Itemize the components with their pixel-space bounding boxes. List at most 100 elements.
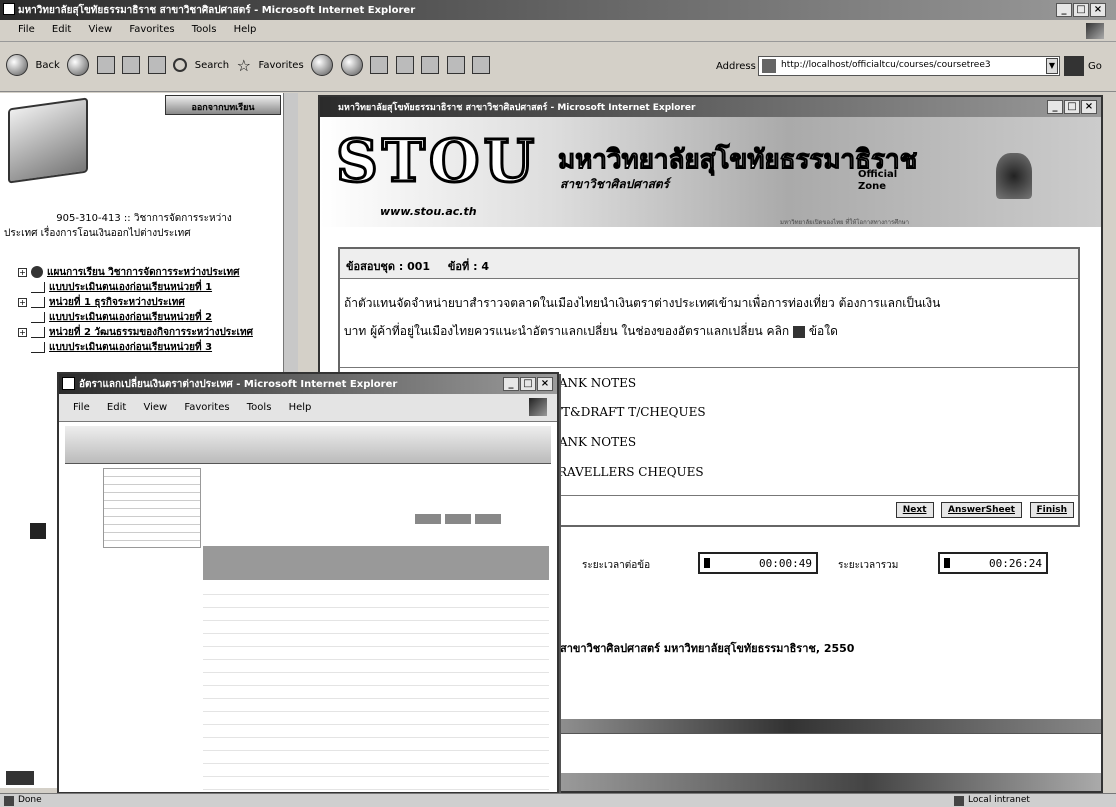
timer-total-label: ระยะเวลารวม	[838, 560, 899, 571]
discuss-icon[interactable]	[446, 56, 465, 74]
choice-label[interactable]: TRAVELLERS CHEQUES	[550, 465, 704, 479]
flag-icon	[6, 771, 34, 785]
answer-sheet-button[interactable]: AnswerSheet	[941, 502, 1022, 518]
sidebar-item-pretest-3[interactable]: แบบประเมินตนเองก่อนเรียนหน่วยที่ 3	[18, 340, 212, 354]
back-button-label[interactable]: Back	[36, 60, 60, 71]
sidebar-item-label[interactable]: แบบประเมินตนเองก่อนเรียนหน่วยที่ 2	[49, 310, 212, 325]
course-title: 905-310-413 :: วิชาการจัดการระหว่าง ประเ…	[4, 211, 284, 241]
choice-label[interactable]: BANK NOTES	[550, 376, 636, 390]
stop-icon[interactable]	[96, 56, 115, 74]
sidebar-item-unit-1[interactable]: + หน่วยที่ 1 ธุรกิจระหว่างประเทศ	[18, 295, 185, 309]
go-arrow-icon[interactable]	[1064, 56, 1084, 76]
next-button[interactable]: Next	[895, 502, 934, 518]
expand-icon[interactable]: +	[18, 267, 27, 277]
sidebar-item-label[interactable]: หน่วยที่ 2 วัฒนธรรมของกิจการระหว่างประเท…	[49, 325, 253, 340]
popup-menu-edit[interactable]: Edit	[107, 402, 126, 413]
page-icon	[31, 311, 45, 323]
choice-label[interactable]: BANK NOTES	[550, 435, 636, 449]
mail-icon[interactable]	[370, 56, 389, 74]
timer-question: 00:00:49	[698, 552, 818, 574]
expand-icon[interactable]: +	[18, 327, 27, 337]
sidebar-item-unit-2[interactable]: + หน่วยที่ 2 วัฒนธรรมของกิจการระหว่างประ…	[18, 325, 253, 339]
popup-menu-help[interactable]: Help	[289, 402, 312, 413]
question-number-label: ข้อที่ : 4	[447, 260, 489, 273]
exam-maximize-button[interactable]: □	[1064, 100, 1080, 114]
favorites-star-icon[interactable]: ☆	[237, 56, 251, 75]
search-button-label[interactable]: Search	[195, 60, 229, 71]
sidebar-item-label[interactable]: แบบประเมินตนเองก่อนเรียนหน่วยที่ 3	[49, 340, 212, 355]
back-arrow-icon[interactable]	[6, 54, 28, 76]
minimize-button[interactable]: _	[1056, 3, 1072, 17]
page-icon	[762, 59, 776, 73]
popup-menu-favorites[interactable]: Favorites	[184, 402, 229, 413]
exam-footer: สาขาวิชาศิลปศาสตร์ มหาวิทยาลัยสุโขทัยธรร…	[560, 642, 855, 655]
popup-menu-file[interactable]: File	[73, 402, 90, 413]
info-icon[interactable]	[793, 325, 806, 338]
popup-title-bar: อัตราแลกเปลี่ยนเงินตราต่างประเทศ - Micro…	[59, 374, 557, 394]
thumb-table	[203, 582, 549, 790]
popup-minimize-button[interactable]: _	[503, 377, 519, 391]
sidebar-item-label[interactable]: หน่วยที่ 1 ธุรกิจระหว่างประเทศ	[49, 295, 185, 310]
finish-button[interactable]: Finish	[1029, 502, 1074, 518]
edit-icon[interactable]	[421, 56, 440, 74]
question-text: ถ้าตัวแทนจัดจำหน่ายบาสำราวจตลาดในเมืองไท…	[344, 289, 1074, 345]
sidebar-item-pretest-1[interactable]: แบบประเมินตนเองก่อนเรียนหน่วยที่ 1	[18, 280, 212, 294]
official-zone-label: Official Zone	[858, 169, 898, 192]
home-icon[interactable]	[147, 56, 166, 74]
exit-lesson-button[interactable]: ออกจากบทเรียน	[165, 95, 281, 115]
popup-menu-bar: File Edit View Favorites Tools Help	[59, 394, 557, 422]
popup-menu-tools[interactable]: Tools	[247, 402, 272, 413]
print-icon[interactable]	[395, 56, 414, 74]
choice-label[interactable]: T/T&DRAFT T/CHEQUES	[550, 405, 706, 419]
exam-close-button[interactable]: ×	[1081, 100, 1097, 114]
messenger-icon[interactable]	[472, 56, 491, 74]
media-icon[interactable]	[311, 54, 334, 76]
question-line-2: บาท ผู้ค้าที่อยู่ในเมืองไทยควรแนะนำอัตรา…	[344, 324, 790, 338]
popup-windows-logo-icon	[529, 398, 547, 416]
question-line-1: ถ้าตัวแทนจัดจำหน่ายบาสำราวจตลาดในเมืองไท…	[344, 296, 941, 310]
main-title-bar: มหาวิทยาลัยสุโขทัยธรรมาธิราช สาขาวิชาศิล…	[0, 0, 1116, 20]
expand-icon[interactable]: +	[18, 297, 27, 307]
address-field[interactable]: http://localhost/officialtcu/courses/cou…	[758, 56, 1060, 76]
forward-arrow-icon[interactable]	[67, 54, 90, 76]
university-emblem-icon	[996, 153, 1032, 199]
history-icon[interactable]	[340, 54, 363, 76]
course-title-line2: ประเทศ เรื่องการโอนเงินออกไปต่างประเทศ	[4, 228, 191, 239]
menu-view[interactable]: View	[88, 24, 112, 35]
sidebar-item-label[interactable]: แบบประเมินตนเองก่อนเรียนหน่วยที่ 1	[49, 280, 212, 295]
menu-tools[interactable]: Tools	[192, 24, 217, 35]
exam-minimize-button[interactable]: _	[1047, 100, 1063, 114]
menu-favorites[interactable]: Favorites	[129, 24, 174, 35]
popup-window: อัตราแลกเปลี่ยนเงินตราต่างประเทศ - Micro…	[57, 372, 559, 794]
page-icon	[31, 281, 45, 293]
popup-close-button[interactable]: ×	[537, 377, 553, 391]
sidebar-item-plan[interactable]: + แผนการเรียน วิชาการจัดการระหว่างประเทศ	[18, 265, 240, 279]
exit-lesson-label: ออกจากบทเรียน	[191, 103, 255, 113]
favorites-button-label[interactable]: Favorites	[258, 60, 303, 71]
go-button-label[interactable]: Go	[1088, 61, 1102, 72]
menu-edit[interactable]: Edit	[52, 24, 71, 35]
close-button[interactable]: ×	[1090, 3, 1106, 17]
timer-total-value: 00:26:24	[989, 556, 1042, 570]
main-toolbar: Back Search ☆ Favorites Address http://l…	[0, 42, 1116, 92]
folder-icon	[8, 97, 88, 184]
question-header: ข้อสอบชุด : 001 ข้อที่ : 4	[340, 249, 1078, 279]
popup-app-icon	[62, 377, 75, 390]
address-dropdown-icon[interactable]: ▼	[1046, 58, 1058, 74]
stou-logo: STOU	[334, 126, 538, 197]
menu-help[interactable]: Help	[234, 24, 257, 35]
popup-menu-view[interactable]: View	[143, 402, 167, 413]
zone-text: Local intranet	[968, 795, 1030, 805]
maximize-button[interactable]: □	[1073, 3, 1089, 17]
address-label: Address	[716, 61, 756, 72]
refresh-icon[interactable]	[122, 56, 141, 74]
exam-title-bar: มหาวิทยาลัยสุโขทัยธรรมาธิราช สาขาวิชาศิล…	[320, 97, 1101, 117]
ie-app-icon	[3, 3, 15, 15]
globe-icon	[31, 266, 43, 278]
search-icon[interactable]	[173, 58, 188, 72]
main-menu-bar: File Edit View Favorites Tools Help	[0, 20, 1116, 42]
popup-maximize-button[interactable]: □	[520, 377, 536, 391]
menu-file[interactable]: File	[18, 24, 35, 35]
sidebar-item-pretest-2[interactable]: แบบประเมินตนเองก่อนเรียนหน่วยที่ 2	[18, 310, 212, 324]
sidebar-item-label[interactable]: แผนการเรียน วิชาการจัดการระหว่างประเทศ	[47, 265, 240, 280]
